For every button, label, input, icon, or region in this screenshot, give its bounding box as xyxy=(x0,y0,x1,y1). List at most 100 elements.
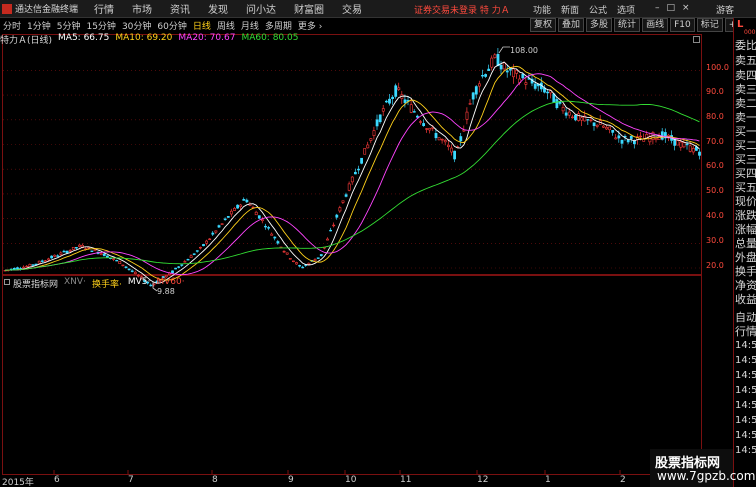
candle-body xyxy=(515,70,519,74)
candle-body xyxy=(375,119,379,127)
tick-time: 14:56 xyxy=(735,370,756,381)
candle-body xyxy=(577,113,581,121)
candle-body xyxy=(335,214,339,218)
tick-time: 14:56 xyxy=(735,415,756,426)
quote-tab[interactable]: 行情 xyxy=(735,323,756,339)
price-tick-60: 60.0 xyxy=(706,161,724,170)
candle-body xyxy=(425,128,429,130)
candle-body xyxy=(273,236,277,239)
candle-body xyxy=(137,274,140,277)
candle-body xyxy=(639,135,643,138)
candle-body xyxy=(195,250,199,252)
high-label: 108.00 xyxy=(510,46,538,55)
price-tick-50: 50.0 xyxy=(706,186,724,195)
candle-body xyxy=(589,119,593,122)
candle-body xyxy=(295,262,298,265)
candle-body xyxy=(217,225,221,228)
tick-time: 14:56 xyxy=(735,445,756,456)
candle-body xyxy=(434,133,438,139)
candle-body xyxy=(521,74,525,79)
stock-name: 特力Ａ(日线) xyxy=(0,36,53,46)
tick-time: 14:56 xyxy=(735,355,756,366)
candle-body xyxy=(381,108,385,112)
candle-body xyxy=(505,70,509,73)
candle-body xyxy=(546,91,550,94)
price-grid xyxy=(3,70,702,475)
candle-body xyxy=(285,252,289,255)
candle-body xyxy=(360,157,364,164)
candle-body xyxy=(133,271,137,275)
candle-body xyxy=(499,64,503,70)
candle-body xyxy=(226,216,230,218)
kline-chart: 100.0 90.0 80.0 70.0 60.0 50.0 40.0 30.0… xyxy=(3,46,729,475)
date-label: 6 xyxy=(54,475,60,485)
candle-body xyxy=(242,198,246,201)
date-label: 7 xyxy=(128,475,134,485)
indicator-settings-icon[interactable] xyxy=(4,279,10,285)
price-tick-80: 80.0 xyxy=(706,112,724,121)
candle-body xyxy=(484,74,488,77)
candle-body xyxy=(245,199,249,203)
candle-body xyxy=(654,138,658,141)
candle-body xyxy=(22,266,26,269)
indicator-title[interactable]: 股票指标网 xyxy=(13,277,58,290)
candle-body xyxy=(508,68,512,71)
candle-body xyxy=(307,262,311,265)
candle-body xyxy=(369,138,373,141)
candle-body xyxy=(199,246,202,249)
high-annotation: 108.00 xyxy=(498,46,538,55)
candle-body xyxy=(450,147,453,153)
candle-body xyxy=(524,82,528,85)
candle-body xyxy=(685,143,689,146)
ma10-line xyxy=(4,65,700,281)
candle-body xyxy=(31,264,35,266)
candle-body xyxy=(115,259,119,262)
candle-body xyxy=(316,257,320,259)
date-label: 12 xyxy=(477,475,489,485)
candle-body xyxy=(409,104,413,113)
candle-body xyxy=(570,116,574,119)
candle-body xyxy=(118,260,122,264)
candle-body xyxy=(233,208,236,211)
candle-body xyxy=(629,135,633,139)
candle-body xyxy=(391,96,395,99)
candle-body xyxy=(239,204,243,208)
mv60-value: MV60· xyxy=(156,277,185,287)
candle-body xyxy=(130,270,134,272)
date-label: 1 xyxy=(545,475,551,485)
candle-body xyxy=(186,259,190,261)
candle-body xyxy=(276,241,280,244)
candle-body xyxy=(567,111,571,116)
candle-body xyxy=(465,111,469,120)
candle-body xyxy=(611,129,615,133)
chart-settings-icon[interactable] xyxy=(693,36,700,43)
candle-body xyxy=(682,142,686,148)
candle-body xyxy=(468,103,472,105)
candle-body xyxy=(112,258,116,260)
candle-body xyxy=(384,100,388,103)
candle-body xyxy=(78,244,81,247)
candle-body xyxy=(16,267,19,270)
tick-time: 14:56 xyxy=(735,400,756,411)
candle-body xyxy=(357,168,360,171)
candle-body xyxy=(56,255,60,257)
candle-body xyxy=(59,252,63,255)
candle-body xyxy=(223,218,227,220)
candle-body xyxy=(471,92,475,100)
candle-body xyxy=(580,117,584,121)
candle-body xyxy=(366,144,370,149)
candle-body xyxy=(676,140,680,146)
candle-body xyxy=(28,264,32,268)
candle-body xyxy=(344,194,348,197)
quote-side-panel: L 000025 委比 卖五 卖四 卖三 卖二 卖一 买一 买二 买三 买四 买… xyxy=(733,18,756,487)
candle-body xyxy=(171,270,174,274)
candle-body xyxy=(605,126,608,130)
candle-body xyxy=(329,229,333,232)
candle-body xyxy=(378,114,382,123)
candle-body xyxy=(264,225,267,228)
candle-body xyxy=(124,266,128,268)
candle-body xyxy=(601,125,605,128)
candle-body xyxy=(453,150,457,160)
price-tick-100: 100.0 xyxy=(706,63,729,72)
candle-body xyxy=(177,266,181,268)
